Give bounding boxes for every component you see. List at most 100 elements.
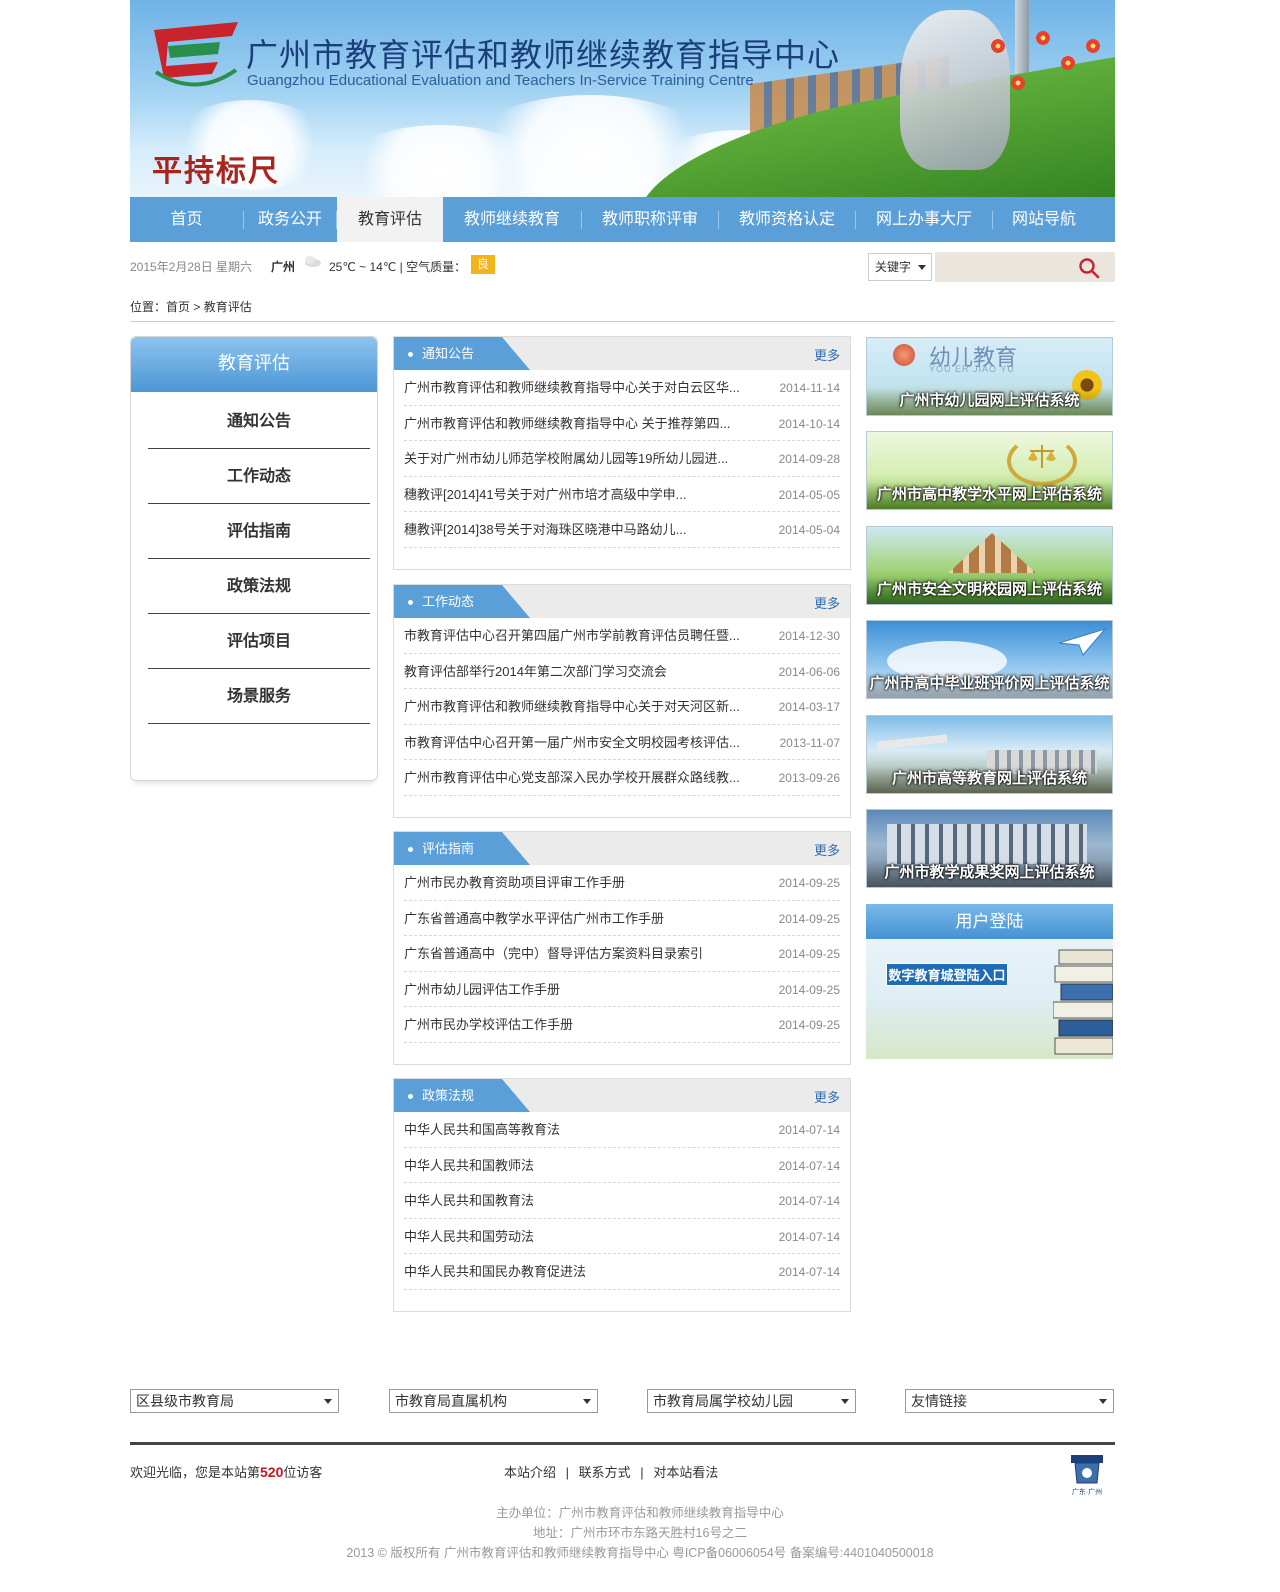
chevron-down-icon [583, 1399, 591, 1404]
list-item[interactable]: 广州市幼儿园评估工作手册 2014-09-25 [404, 972, 840, 1008]
list-item[interactable]: 教育评估部举行2014年第二次部门学习交流会 2014-06-06 [404, 654, 840, 690]
chevron-down-icon [918, 265, 926, 270]
nav-education-evaluation[interactable]: 教育评估 [337, 197, 443, 242]
weather-city: 广州 [271, 260, 296, 274]
list-item[interactable]: 广州市教育评估和教师继续教育指导中心关于对白云区华... 2014-11-14 [404, 370, 840, 406]
list-item-title[interactable]: 广州市教育评估和教师继续教育指导中心关于对天河区新... [404, 689, 764, 725]
panel-header: 政策法规 更多 [394, 1079, 850, 1112]
search-icon[interactable] [1078, 257, 1100, 279]
list-item-title[interactable]: 教育评估部举行2014年第二次部门学习交流会 [404, 654, 764, 690]
list-item[interactable]: 广东省普通高中教学水平评估广州市工作手册 2014-09-25 [404, 901, 840, 937]
panel-title: 政策法规 [394, 1079, 530, 1112]
list-item-date: 2013-09-26 [778, 771, 840, 785]
search-type-select[interactable]: 关键字 [868, 253, 932, 281]
list-item-title[interactable]: 广州市民办教育资助项目评审工作手册 [404, 865, 764, 901]
sidebar-item-work-news[interactable]: 工作动态 [148, 449, 370, 504]
sidebar-item-evaluation-guide[interactable]: 评估指南 [148, 504, 370, 559]
nav-government-affairs[interactable]: 政务公开 [244, 197, 336, 242]
system-safe-campus-banner[interactable]: 广州市安全文明校园网上评估系统 [866, 526, 1113, 605]
list-item[interactable]: 广州市民办学校评估工作手册 2014-09-25 [404, 1007, 840, 1043]
system-teaching-award-banner[interactable]: 广州市教学成果奖网上评估系统 [866, 809, 1113, 888]
select-value: 友情链接 [911, 1393, 967, 1409]
list-item-title[interactable]: 广东省普通高中（完中）督导评估方案资料目录索引 [404, 936, 764, 972]
goat-statue-image [900, 10, 1010, 170]
list-item-title[interactable]: 关于对广州市幼儿师范学校附属幼儿园等19所幼儿园进... [404, 441, 764, 477]
list-item-title[interactable]: 穗教评[2014]38号关于对海珠区晓港中马路幼儿... [404, 512, 764, 548]
sidebar-item-scene-services[interactable]: 场景服务 [148, 669, 370, 724]
list-item-title[interactable]: 中华人民共和国教育法 [404, 1183, 764, 1219]
police-badge-icon[interactable]: 广东·广州 [1067, 1453, 1107, 1497]
list-item[interactable]: 中华人民共和国教师法 2014-07-14 [404, 1148, 840, 1184]
list-item[interactable]: 关于对广州市幼儿师范学校附属幼儿园等19所幼儿园进... 2014-09-28 [404, 441, 840, 477]
nav-online-service-hall[interactable]: 网上办事大厅 [856, 197, 992, 242]
panel-title: 评估指南 [394, 832, 530, 865]
list-item-date: 2014-09-25 [778, 947, 840, 961]
system-high-school-teaching-banner[interactable]: 广州市高中教学水平网上评估系统 [866, 431, 1113, 510]
list-item-title[interactable]: 市教育评估中心召开第四届广州市学前教育评估员聘任暨... [404, 618, 764, 654]
footer-link-contact[interactable]: 联系方式 [579, 1465, 631, 1480]
footer-link-about[interactable]: 本站介绍 [504, 1465, 556, 1480]
list-item[interactable]: 市教育评估中心召开第一届广州市安全文明校园考核评估... 2013-11-07 [404, 725, 840, 761]
list-item[interactable]: 中华人民共和国高等教育法 2014-07-14 [404, 1112, 840, 1148]
list-item-title[interactable]: 广州市教育评估和教师继续教育指导中心关于对白云区华... [404, 370, 764, 406]
list-item-date: 2014-06-06 [778, 664, 840, 679]
list-item-title[interactable]: 中华人民共和国教师法 [404, 1148, 764, 1184]
address-info: 地址：广州市环市东路天胜村16号之二 [533, 1526, 747, 1540]
affiliated-schools-select[interactable]: 市教育局属学校幼儿园 [647, 1389, 856, 1413]
flower-decoration [1085, 38, 1101, 54]
list-item-title[interactable]: 广州市教育评估和教师继续教育指导中心 关于推荐第四... [404, 406, 764, 442]
nav-home[interactable]: 首页 [130, 197, 243, 242]
friendly-links-select[interactable]: 友情链接 [905, 1389, 1114, 1413]
chevron-down-icon [841, 1399, 849, 1404]
list-item[interactable]: 中华人民共和国民办教育促进法 2014-07-14 [404, 1254, 840, 1290]
scales-icon [1027, 442, 1057, 472]
system-graduating-class-banner[interactable]: 广州市高中毕业班评价网上评估系统 [866, 620, 1113, 699]
direct-institutions-select[interactable]: 市教育局直属机构 [389, 1389, 598, 1413]
more-link[interactable]: 更多 [814, 1087, 840, 1106]
list-item-title[interactable]: 广州市民办学校评估工作手册 [404, 1007, 764, 1043]
district-education-bureau-select[interactable]: 区县级市教育局 [130, 1389, 339, 1413]
list-item-date: 2014-07-14 [778, 1194, 840, 1208]
list-item[interactable]: 中华人民共和国教育法 2014-07-14 [404, 1183, 840, 1219]
system-kindergarten-banner[interactable]: 幼儿教育 YOU ER JIAO YU 广州市幼儿园网上评估系统 [866, 337, 1113, 416]
list-item-title[interactable]: 广州市教育评估中心党支部深入民办学校开展群众路线教... [404, 760, 764, 796]
more-link[interactable]: 更多 [814, 840, 840, 859]
list-item[interactable]: 穗教评[2014]41号关于对广州市培才高级中学申... 2014-05-05 [404, 477, 840, 513]
more-link[interactable]: 更多 [814, 593, 840, 612]
site-title-english: Guangzhou Educational Evaluation and Tea… [247, 72, 754, 89]
sidebar-item-evaluation-projects[interactable]: 评估项目 [148, 614, 370, 669]
list-item-date: 2014-05-05 [778, 487, 840, 502]
list-item[interactable]: 广州市教育评估和教师继续教育指导中心关于对天河区新... 2014-03-17 [404, 689, 840, 725]
list-item-title[interactable]: 中华人民共和国高等教育法 [404, 1112, 764, 1148]
nav-teacher-qualification[interactable]: 教师资格认定 [719, 197, 855, 242]
login-title: 用户登陆 [866, 904, 1113, 939]
list-item-title[interactable]: 市教育评估中心召开第一届广州市安全文明校园考核评估... [404, 725, 764, 761]
more-link[interactable]: 更多 [814, 345, 840, 364]
list-item[interactable]: 中华人民共和国劳动法 2014-07-14 [404, 1219, 840, 1255]
breadcrumb-prefix: 位置： [130, 300, 167, 314]
sidebar-item-notices[interactable]: 通知公告 [148, 394, 370, 449]
footer-link-feedback[interactable]: 对本站看法 [653, 1465, 718, 1480]
breadcrumb-home-link[interactable]: 首页 [166, 300, 190, 314]
list-item[interactable]: 广东省普通高中（完中）督导评估方案资料目录索引 2014-09-25 [404, 936, 840, 972]
list-item[interactable]: 广州市教育评估中心党支部深入民办学校开展群众路线教... 2013-09-26 [404, 760, 840, 796]
list-item-title[interactable]: 中华人民共和国民办教育促进法 [404, 1254, 764, 1290]
list-item-title[interactable]: 中华人民共和国劳动法 [404, 1219, 764, 1255]
list-item-title[interactable]: 广东省普通高中教学水平评估广州市工作手册 [404, 901, 764, 937]
list-item-title[interactable]: 穗教评[2014]41号关于对广州市培才高级中学申... [404, 477, 764, 513]
list-item[interactable]: 市教育评估中心召开第四届广州市学前教育评估员聘任暨... 2014-12-30 [404, 618, 840, 654]
panel-notices: 通知公告 更多 广州市教育评估和教师继续教育指导中心关于对白云区华... 2014… [393, 336, 851, 570]
system-higher-education-banner[interactable]: 广州市高等教育网上评估系统 [866, 715, 1113, 794]
digital-education-login-button[interactable]: 数字教育城登陆入口 [886, 963, 1008, 986]
list-item-title[interactable]: 广州市幼儿园评估工作手册 [404, 972, 764, 1008]
list-item[interactable]: 穗教评[2014]38号关于对海珠区晓港中马路幼儿... 2014-05-04 [404, 512, 840, 548]
list-item-date: 2014-12-30 [778, 629, 840, 643]
list-item[interactable]: 广州市教育评估和教师继续教育指导中心 关于推荐第四... 2014-10-14 [404, 406, 840, 442]
chevron-down-icon [1099, 1399, 1107, 1404]
nav-site-navigation[interactable]: 网站导航 [993, 197, 1095, 242]
sidebar-item-policies[interactable]: 政策法规 [148, 559, 370, 614]
list-item[interactable]: 广州市民办教育资助项目评审工作手册 2014-09-25 [404, 865, 840, 901]
nav-teacher-title-review[interactable]: 教师职称评审 [582, 197, 718, 242]
select-value: 区县级市教育局 [136, 1393, 234, 1409]
nav-teacher-continuing-education[interactable]: 教师继续教育 [443, 197, 581, 242]
